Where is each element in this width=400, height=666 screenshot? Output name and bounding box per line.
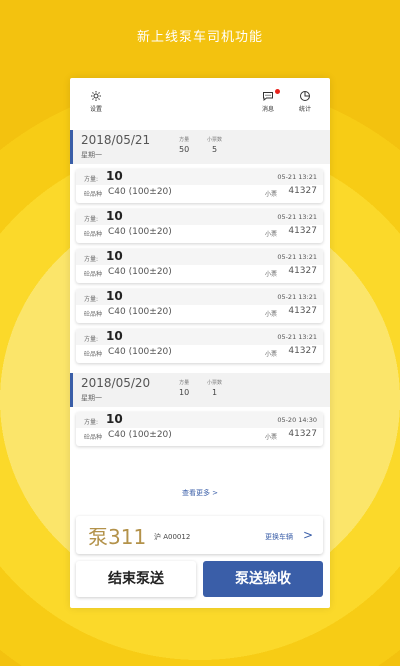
- plate-number: 沪 A00012: [154, 533, 191, 541]
- grade-value: C40 (100±20): [108, 187, 172, 197]
- ticket-label: 小票: [264, 351, 277, 358]
- pumping-acceptance-button[interactable]: 泵送验收: [203, 561, 323, 597]
- ticket-number: 41327: [288, 306, 317, 316]
- qty-label: 方量:: [84, 336, 99, 343]
- qty-value: 10: [106, 289, 123, 303]
- qty-label: 方量:: [84, 256, 99, 263]
- delivery-record[interactable]: 方量: 10 05-21 13:21 砼品种 C40 (100±20) 小票 4…: [76, 209, 323, 243]
- delivery-record[interactable]: 方量: 10 05-21 13:21 砼品种 C40 (100±20) 小票 4…: [76, 249, 323, 283]
- ticket-label: 小票: [264, 231, 277, 238]
- qty-label: 方量:: [84, 419, 99, 426]
- qty-value: 10: [106, 169, 123, 183]
- qty-value: 10: [106, 249, 123, 263]
- chevron-right-icon[interactable]: >: [303, 528, 313, 542]
- day-date: 2018/05/21: [81, 133, 151, 147]
- day-volume: 10: [179, 388, 190, 397]
- grade-value: C40 (100±20): [108, 307, 172, 317]
- grade-label: 砼品种: [84, 311, 103, 318]
- qty-label: 方量:: [84, 216, 99, 223]
- grade-label: 砼品种: [84, 351, 103, 358]
- day-tickets: 5: [211, 145, 218, 154]
- delivery-record[interactable]: 方量: 10 05-21 13:21 砼品种 C40 (100±20) 小票 4…: [76, 169, 323, 203]
- day-weekday: 星期一: [81, 394, 102, 402]
- qty-value: 10: [106, 209, 123, 223]
- ticket-number: 41327: [288, 226, 317, 236]
- see-more-link[interactable]: 查看更多 >: [70, 488, 330, 498]
- settings-label: 设置: [89, 106, 102, 113]
- switch-vehicle-link[interactable]: 更换车辆: [265, 532, 293, 542]
- day-tickets: 1: [211, 388, 218, 397]
- day-header: 2018/05/21 星期一 方量 50 小票数 5: [70, 130, 330, 164]
- grade-value: C40 (100±20): [108, 347, 172, 357]
- ticket-number: 41327: [288, 266, 317, 276]
- settings-button[interactable]: 设置: [82, 90, 110, 113]
- grade-label: 砼品种: [84, 434, 103, 441]
- ticket-number: 41327: [288, 186, 317, 196]
- gear-icon: [91, 91, 101, 101]
- messages-label: 消息: [261, 106, 274, 113]
- qty-label: 方量:: [84, 176, 99, 183]
- day-tickets-label: 小票数: [207, 137, 223, 143]
- grade-value: C40 (100±20): [108, 227, 172, 237]
- grade-value: C40 (100±20): [108, 430, 172, 440]
- messages-button[interactable]: 消息: [254, 89, 282, 113]
- day-volume: 50: [179, 145, 190, 154]
- pump-info-bar: 泵311 沪 A00012 更换车辆 >: [76, 516, 323, 554]
- qty-label: 方量:: [84, 296, 99, 303]
- pump-name: 泵311: [88, 525, 147, 549]
- ticket-label: 小票: [264, 191, 277, 198]
- record-time: 05-21 13:21: [277, 333, 317, 341]
- stats-label: 统计: [298, 106, 311, 113]
- ticket-label: 小票: [264, 311, 277, 318]
- day-volume-label: 方量: [179, 380, 190, 386]
- pie-chart-icon: [300, 91, 310, 101]
- unread-badge: [275, 89, 280, 94]
- ticket-label: 小票: [264, 271, 277, 278]
- ticket-number: 41327: [288, 346, 317, 356]
- delivery-record[interactable]: 方量: 10 05-20 14:30 砼品种 C40 (100±20) 小票 4…: [76, 412, 323, 446]
- day-tickets-label: 小票数: [207, 380, 223, 386]
- record-time: 05-21 13:21: [277, 253, 317, 261]
- end-pumping-button[interactable]: 结束泵送: [76, 561, 196, 597]
- promo-headline: 新上线泵车司机功能: [136, 30, 263, 45]
- delivery-record[interactable]: 方量: 10 05-21 13:21 砼品种 C40 (100±20) 小票 4…: [76, 329, 323, 363]
- chat-bubble-icon: [263, 92, 273, 102]
- record-time: 05-21 13:21: [277, 293, 317, 301]
- app-screen: 设置 消息 统计 2018/05/21 星期一 方量 50 小票数 5 方量: …: [70, 78, 330, 608]
- day-date: 2018/05/20: [81, 376, 151, 390]
- record-time: 05-21 13:21: [277, 213, 317, 221]
- record-time: 05-21 13:21: [277, 173, 317, 181]
- stats-button[interactable]: 统计: [291, 90, 319, 113]
- ticket-label: 小票: [264, 434, 277, 441]
- top-bar: 设置 消息 统计: [70, 78, 330, 126]
- day-volume-label: 方量: [179, 137, 190, 143]
- delivery-record[interactable]: 方量: 10 05-21 13:21 砼品种 C40 (100±20) 小票 4…: [76, 289, 323, 323]
- grade-label: 砼品种: [84, 191, 103, 198]
- grade-value: C40 (100±20): [108, 267, 172, 277]
- ticket-number: 41327: [288, 429, 317, 439]
- day-weekday: 星期一: [81, 151, 102, 159]
- qty-value: 10: [106, 412, 123, 426]
- grade-label: 砼品种: [84, 271, 103, 278]
- day-header: 2018/05/20 星期一 方量 10 小票数 1: [70, 373, 330, 407]
- grade-label: 砼品种: [84, 231, 103, 238]
- record-time: 05-20 14:30: [277, 416, 317, 424]
- qty-value: 10: [106, 329, 123, 343]
